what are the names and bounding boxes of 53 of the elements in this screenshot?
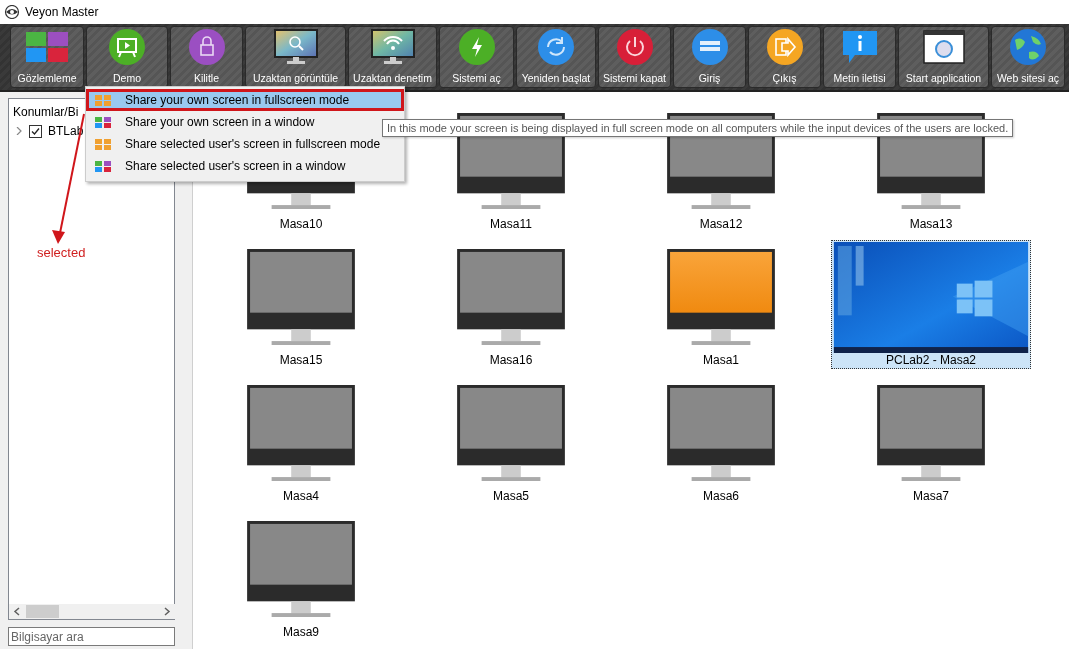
grid-icon: [26, 32, 68, 62]
toolbar-button[interactable]: Kilitle: [170, 26, 243, 88]
computer-name[interactable]: Masa1: [703, 352, 739, 368]
menu-item[interactable]: Share selected user's screen in a window: [86, 155, 355, 177]
computer-name[interactable]: Masa12: [699, 216, 743, 232]
toolbar-button[interactable]: Çıkış: [748, 26, 821, 88]
computer-name[interactable]: Masa4: [283, 488, 319, 504]
window-layout-icon: [95, 160, 111, 172]
toolbar-button[interactable]: Gözlemleme: [10, 26, 84, 88]
globe-icon: [1009, 28, 1047, 66]
menu-item[interactable]: Share your own screen in fullscreen mode: [86, 89, 404, 111]
computer-name[interactable]: Masa13: [909, 216, 953, 232]
toolbar-button[interactable]: Uzaktan denetim: [348, 26, 437, 88]
column-header: Konumlar/Bi: [13, 105, 80, 121]
lock-icon: [187, 28, 226, 66]
computer-name[interactable]: Masa16: [489, 352, 533, 368]
refresh-icon: [537, 28, 575, 66]
toolbar-button[interactable]: Web sitesi aç: [991, 26, 1065, 88]
window-icon: [921, 29, 966, 65]
selection-frame[interactable]: PCLab2 - Masa2: [831, 240, 1031, 369]
computer-name[interactable]: Masa7: [913, 488, 949, 504]
toolbar-button[interactable]: Sistemi kapat: [598, 26, 671, 88]
toolbar-button[interactable]: Giriş: [673, 26, 746, 88]
annotation-text: selected: [37, 245, 86, 260]
power-icon: [615, 28, 654, 66]
computer-name[interactable]: Masa6: [703, 488, 739, 504]
fullscreen-icon: [95, 138, 111, 150]
toolbar-button[interactable]: Yeniden başlat: [516, 26, 596, 88]
computer-name[interactable]: Masa11: [490, 216, 532, 232]
toolbar-button[interactable]: Metin iletisi: [823, 26, 896, 88]
toolbar-button[interactable]: Start application: [898, 26, 989, 88]
computer-name[interactable]: Masa5: [493, 488, 529, 504]
checkbox[interactable]: [29, 124, 42, 138]
toolbar-button[interactable]: Demo: [86, 26, 168, 88]
window-title: Veyon Master: [25, 5, 99, 19]
presentation-icon: [108, 28, 146, 66]
toolbar-button[interactable]: Sistemi aç: [439, 26, 514, 88]
lightning-icon: [457, 28, 496, 66]
magnifier-monitor-icon: [273, 29, 318, 65]
fullscreen-icon: [95, 94, 111, 106]
tooltip: In this mode your screen is being displayed in full screen mode on all computers while the input devices of the users are locked.: [382, 119, 1014, 137]
window-layout-icon: [95, 116, 111, 128]
computer-name[interactable]: Masa15: [279, 352, 323, 368]
wifi-monitor-icon: [370, 29, 415, 65]
eye-icon: [4, 5, 20, 19]
toolbar-button[interactable]: Uzaktan görüntüle: [245, 26, 346, 88]
exit-icon: [765, 28, 804, 66]
computer-name[interactable]: Masa10: [279, 216, 323, 232]
horizontal-scrollbar[interactable]: [9, 604, 175, 619]
computer-name[interactable]: Masa9: [283, 624, 319, 640]
search-field[interactable]: Bilgisayar ara: [8, 627, 175, 646]
menu-item[interactable]: Share your own screen in a window: [86, 111, 324, 133]
list-icon: [690, 28, 729, 66]
